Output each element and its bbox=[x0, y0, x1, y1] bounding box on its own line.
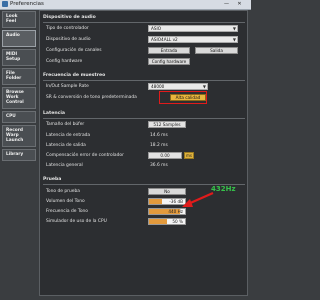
test-tone-label: Tono de prueba bbox=[46, 189, 80, 194]
buffer-size-field[interactable]: 512 Samples bbox=[148, 121, 186, 128]
tone-frequency-label: Frecuencia de Tono bbox=[46, 209, 88, 214]
audio-device-select[interactable]: ASIO4ALL v2 ▼ bbox=[148, 36, 238, 43]
row-in-out-sample-rate: In/Out Sample Rate 48000 ▼ bbox=[46, 83, 242, 91]
sidebar-item-look-feel[interactable]: Look Feel bbox=[2, 11, 36, 28]
overall-latency-value: 36.6 ms bbox=[150, 163, 168, 168]
chevron-down-icon: ▼ bbox=[202, 84, 206, 89]
row-input-latency: Latencia de entrada 14.6 ms bbox=[46, 132, 242, 140]
driver-type-select[interactable]: ASIO ▼ bbox=[148, 25, 238, 32]
row-driver-type: Tipo de controlador ASIO ▼ bbox=[46, 25, 242, 33]
row-overall-latency: Latencia general 36.6 ms bbox=[46, 162, 242, 170]
input-latency-label: Latencia de entrada bbox=[46, 133, 91, 138]
sample-rate-select[interactable]: 48000 ▼ bbox=[148, 83, 208, 90]
section-audio-device: Dispositivo de audio bbox=[43, 15, 96, 20]
cpu-simulator-slider[interactable]: 50 % bbox=[148, 218, 186, 225]
window-title: Preferencias bbox=[10, 1, 44, 7]
chevron-down-icon: ▼ bbox=[232, 26, 236, 31]
cpu-simulator-fill bbox=[149, 219, 167, 224]
sample-rate-value: 48000 bbox=[151, 84, 165, 89]
buffer-size-label: Tamaño del búfer bbox=[46, 122, 85, 127]
sidebar-item-midi-setup[interactable]: MIDI Setup bbox=[2, 49, 36, 66]
driver-error-comp-field[interactable]: 0.00 bbox=[148, 152, 182, 159]
minimize-icon[interactable]: — bbox=[222, 1, 231, 7]
audio-device-label: Dispositivo de audio bbox=[46, 37, 91, 42]
input-latency-value: 14.6 ms bbox=[150, 133, 168, 138]
preferences-panel: Dispositivo de audio Tipo de controlador… bbox=[39, 10, 248, 296]
driver-error-comp-label: Compensación error de controlador bbox=[46, 153, 124, 158]
app-icon bbox=[2, 1, 8, 7]
row-channel-config: Configuración de canales Entrada Salida bbox=[46, 47, 242, 55]
row-output-latency: Latencia de salida 18.2 ms bbox=[46, 142, 242, 150]
divider bbox=[43, 22, 245, 23]
annotation-arrow-icon bbox=[182, 191, 214, 207]
divider bbox=[43, 80, 245, 81]
divider bbox=[43, 118, 245, 119]
section-sample-rate: Frecuencia de muestreo bbox=[43, 73, 106, 78]
hardware-config-button[interactable]: Config hardware bbox=[148, 58, 190, 65]
sidebar-item-browse[interactable]: Browse Work Control bbox=[2, 87, 36, 109]
sidebar: Look Feel Audio MIDI Setup File Folder B… bbox=[2, 11, 38, 297]
hardware-config-label: Config hardware bbox=[46, 59, 83, 64]
driver-type-label: Tipo de controlador bbox=[46, 26, 89, 31]
sidebar-item-record[interactable]: Record Warp Launch bbox=[2, 125, 36, 147]
driver-type-value: ASIO bbox=[151, 26, 162, 31]
section-test: Prueba bbox=[43, 177, 62, 182]
output-config-button[interactable]: Salida bbox=[195, 47, 238, 54]
sidebar-item-file-folder[interactable]: File Folder bbox=[2, 68, 36, 85]
chevron-down-icon: ▼ bbox=[232, 37, 236, 42]
row-cpu-simulator: Simulador de uso de la CPU 50 % bbox=[46, 218, 242, 226]
sr-conversion-label: SR & conversión de tono predeterminada bbox=[46, 95, 137, 100]
sidebar-item-library[interactable]: Library bbox=[2, 149, 36, 161]
row-audio-device: Dispositivo de audio ASIO4ALL v2 ▼ bbox=[46, 36, 242, 44]
row-hardware-config: Config hardware Config hardware bbox=[46, 58, 242, 66]
output-latency-label: Latencia de salida bbox=[46, 143, 86, 148]
row-sr-conversion: SR & conversión de tono predeterminada A… bbox=[46, 94, 242, 102]
row-buffer-size: Tamaño del búfer 512 Samples bbox=[46, 121, 242, 129]
red-highlight-box bbox=[159, 91, 207, 104]
channel-config-label: Configuración de canales bbox=[46, 48, 102, 53]
audio-device-value: ASIO4ALL v2 bbox=[151, 37, 178, 42]
in-out-sample-rate-label: In/Out Sample Rate bbox=[46, 84, 89, 89]
overall-latency-label: Latencia general bbox=[46, 163, 83, 168]
output-latency-value: 18.2 ms bbox=[150, 143, 168, 148]
close-icon[interactable]: ✕ bbox=[235, 1, 244, 7]
ms-unit-badge: ms bbox=[184, 152, 194, 159]
row-driver-error-comp: Compensación error de controlador 0.00 m… bbox=[46, 152, 242, 160]
tone-volume-label: Volumen del Tono bbox=[46, 199, 85, 204]
tone-volume-fill bbox=[149, 199, 162, 204]
sidebar-item-audio[interactable]: Audio bbox=[2, 30, 36, 47]
sidebar-item-cpu[interactable]: CPU bbox=[2, 111, 36, 123]
title-bar: Preferencias — ✕ bbox=[0, 0, 251, 10]
input-config-button[interactable]: Entrada bbox=[148, 47, 190, 54]
cpu-simulator-value: 50 % bbox=[172, 219, 183, 224]
section-latency: Latencia bbox=[43, 111, 66, 116]
cpu-simulator-label: Simulador de uso de la CPU bbox=[46, 219, 107, 224]
